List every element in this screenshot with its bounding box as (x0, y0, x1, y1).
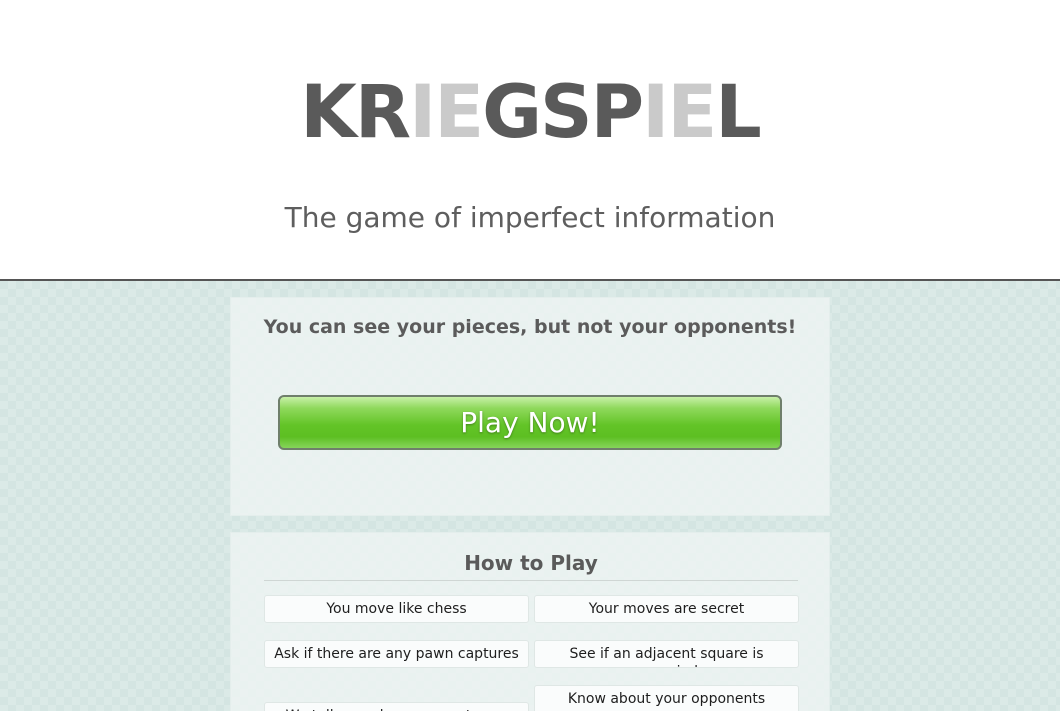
logo-letter: S (540, 70, 593, 155)
logo-letter: I (409, 70, 436, 155)
site-header: KRIEGSPIEL The game of imperfect informa… (0, 0, 1060, 281)
rule-card: Your moves are secret (534, 595, 799, 623)
logo-letter: G (482, 70, 542, 155)
logo-letter: E (434, 70, 484, 155)
rule-card: We tell you when you capture a piece (264, 702, 529, 711)
how-to-play-title: How to Play (264, 550, 798, 581)
rule-card: See if an adjacent square is occupied (534, 640, 799, 668)
rule-card: Know about your opponents captures (534, 685, 799, 711)
logo-letter: K (300, 70, 357, 155)
how-to-play-panel: How to Play You move like chess Your mov… (230, 532, 830, 711)
logo-letter: P (590, 70, 644, 155)
play-now-button[interactable]: Play Now! (278, 395, 782, 450)
tagline: The game of imperfect information (284, 201, 776, 234)
kriegspiel-logo: KRIEGSPIEL (0, 68, 1060, 158)
logo-letter: E (667, 70, 717, 155)
pitch-text: You can see your pieces, but not your op… (263, 316, 797, 338)
logo-letter: R (354, 70, 411, 155)
rule-card: Ask if there are any pawn captures (264, 640, 529, 668)
logo-letter: I (642, 70, 669, 155)
logo-letter: L (715, 70, 762, 155)
intro-panel: You can see your pieces, but not your op… (230, 297, 830, 516)
rule-card: You move like chess (264, 595, 529, 623)
